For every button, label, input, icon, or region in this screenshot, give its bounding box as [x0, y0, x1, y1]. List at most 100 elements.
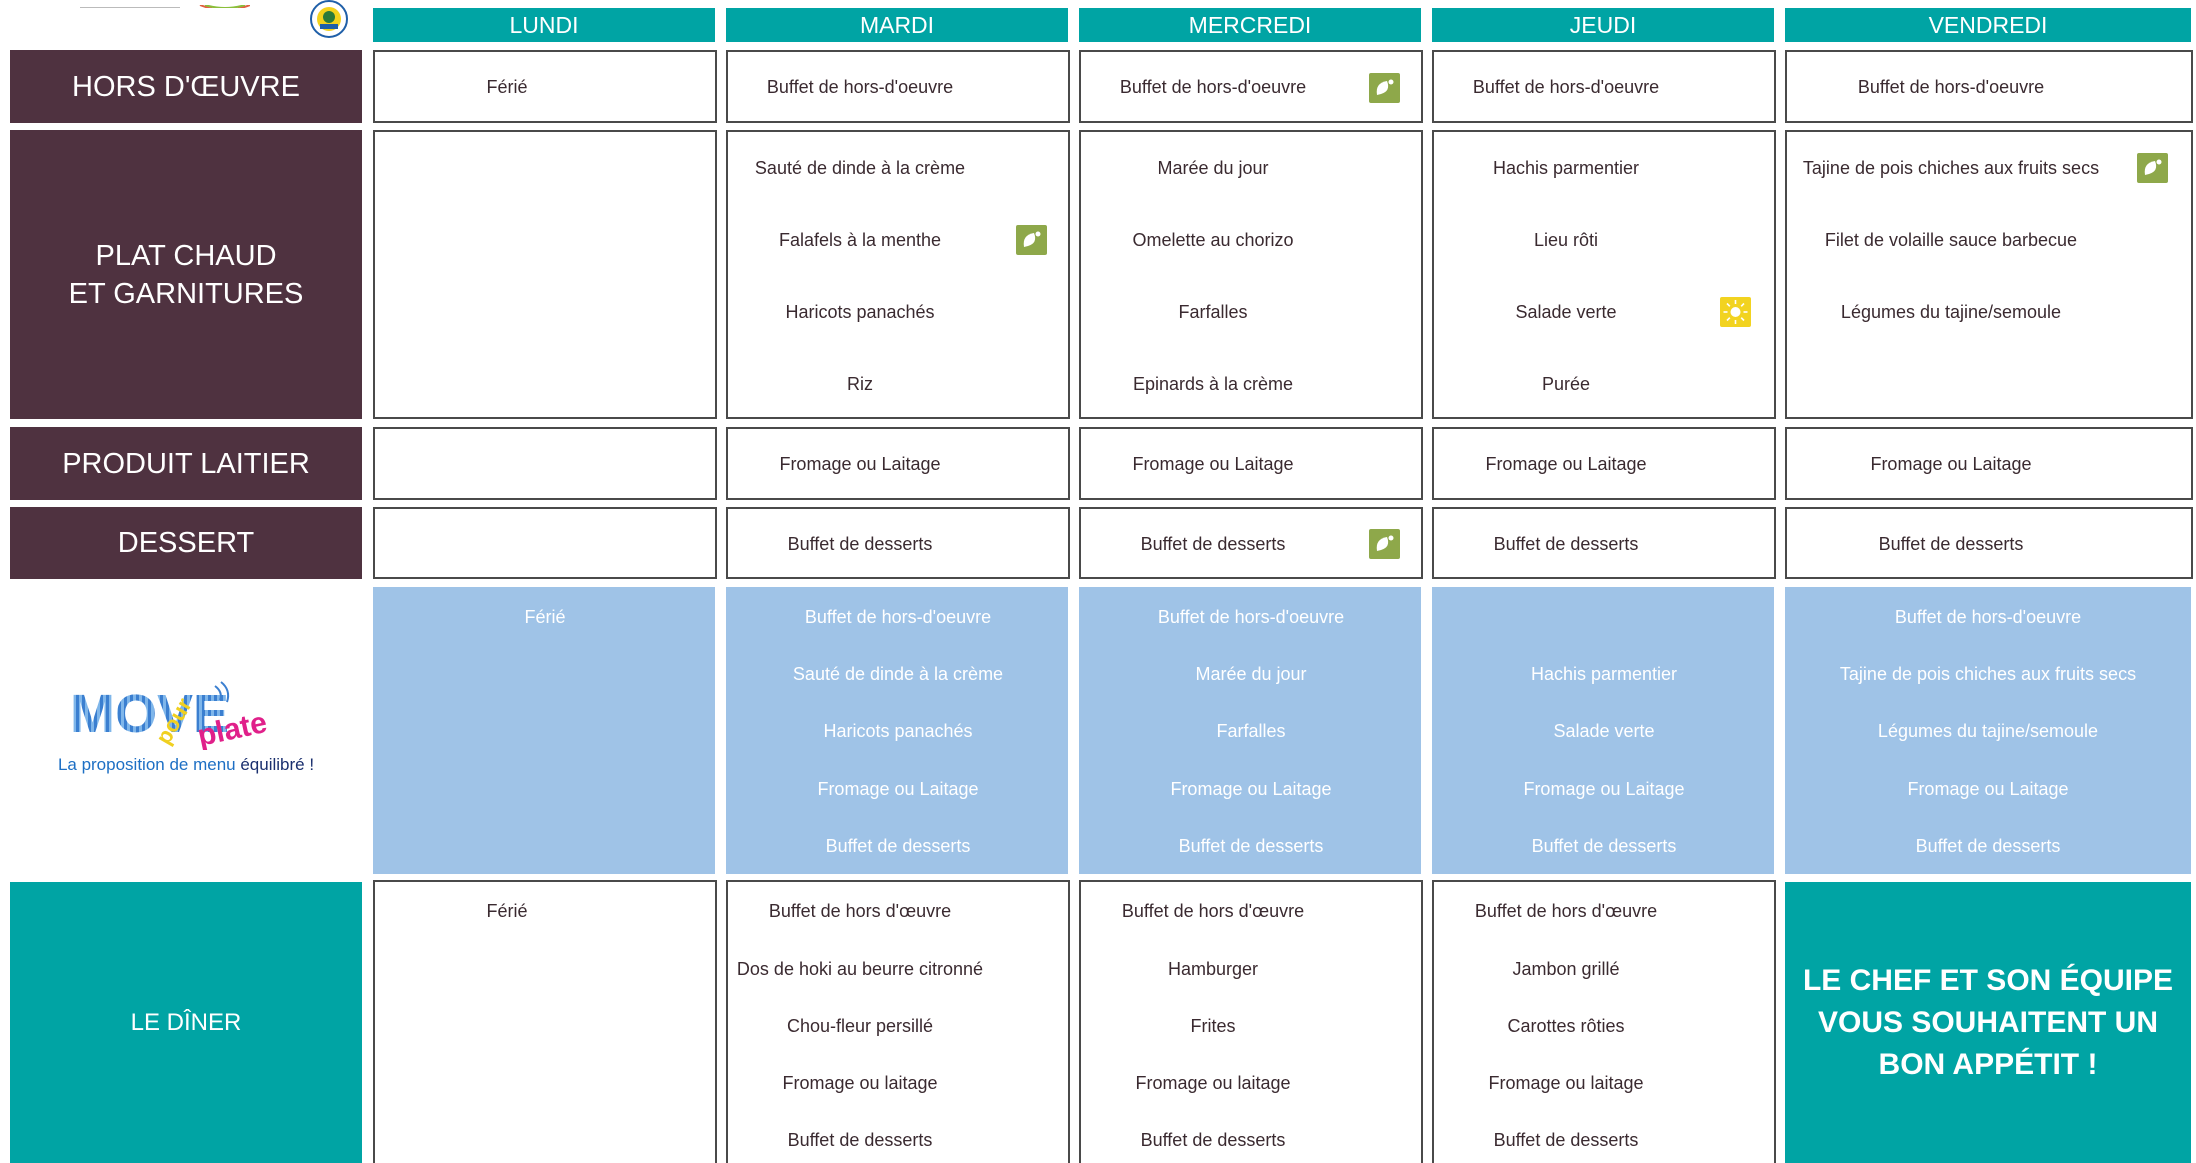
menu-item: Fromage ou Laitage [1907, 779, 2069, 799]
cell-plat-chaud-vendredi: Tajine de pois chiches aux fruits secs F… [1785, 130, 2193, 419]
menu-item: Farfalles [1216, 721, 1286, 741]
menu-item: Epinards à la crème [1132, 374, 1294, 394]
menu-item: Hachis parmentier [1530, 664, 1678, 684]
menu-item: Marée du jour [1157, 158, 1269, 178]
menu-item: Riz [847, 374, 873, 394]
menu-item: Buffet de desserts [787, 534, 933, 554]
cell-dessert-vendredi: Buffet de desserts [1785, 507, 2193, 579]
menu-item: Fromage ou Laitage [1485, 454, 1647, 474]
menu-item: Haricots panachés [785, 302, 935, 322]
menu-item: Buffet de hors-d'oeuvre [804, 607, 992, 627]
menu-item: Buffet de hors-d'oeuvre [1472, 77, 1660, 97]
menu-item: Buffet de desserts [1531, 836, 1677, 856]
move-cell-vendredi: Buffet de hors-d'oeuvre Tajine de pois c… [1785, 587, 2191, 874]
cell-produit-laitier-mercredi: Fromage ou Laitage [1079, 427, 1423, 500]
menu-item: Fromage ou Laitage [779, 454, 941, 474]
category-diner: LE DÎNER [10, 882, 362, 1163]
leaf-icon [2137, 153, 2168, 183]
cell-produit-laitier-lundi [373, 427, 717, 500]
menu-item: Sauté de dinde à la crème [792, 664, 1004, 684]
menu-item: Haricots panachés [823, 721, 973, 741]
menu-item: Fromage ou laitage [782, 1073, 938, 1093]
menu-item: Frites [1190, 1016, 1236, 1036]
menu-item: Sauté de dinde à la crème [754, 158, 966, 178]
menu-item: Carottes rôties [1507, 1016, 1625, 1036]
menu-item: Buffet de hors-d'oeuvre [1857, 77, 2045, 97]
cell-hors-doeuvre-vendredi: Buffet de hors-d'oeuvre [1785, 50, 2193, 123]
menu-item: Fromage ou Laitage [1523, 779, 1685, 799]
menu-item: Buffet de desserts [1915, 836, 2061, 856]
cell-hors-doeuvre-mardi: Buffet de hors-d'oeuvre [726, 50, 1070, 123]
menu-item: Falafels à la menthe [778, 230, 942, 250]
menu-item: Légumes du tajine/semoule [1840, 302, 2062, 322]
menu-item: Salade verte [1515, 302, 1617, 322]
tagline-part1: La proposition de menu [57, 755, 241, 774]
menu-item: Purée [1541, 374, 1591, 394]
menu-item: Tajine de pois chiches aux fruits secs [1839, 664, 2137, 684]
menu-item: Buffet de hors-d'oeuvre [1157, 607, 1345, 627]
menu-item: Buffet de desserts [1493, 1130, 1639, 1150]
menu-item: Buffet de hors d'œuvre [768, 901, 952, 921]
menu-item: Buffet de hors-d'oeuvre [1894, 607, 2082, 627]
cell-dessert-mardi: Buffet de desserts [726, 507, 1070, 579]
category-plat-chaud-line1: PLAT CHAUD [95, 239, 277, 272]
menu-item: Fromage ou laitage [1488, 1073, 1644, 1093]
menu-item: Omelette au chorizo [1132, 230, 1294, 250]
day-header-mercredi: MERCREDI [1079, 8, 1421, 42]
diner-cell-mardi: Buffet de hors d'œuvre Dos de hoki au be… [726, 880, 1070, 1163]
menu-item: Fromage ou laitage [1135, 1073, 1291, 1093]
cell-plat-chaud-mercredi: Marée du jour Omelette au chorizo Farfal… [1079, 130, 1423, 419]
day-header-lundi: LUNDI [373, 8, 715, 42]
chef-message-line1: LE CHEF ET SON ÉQUIPE [1802, 963, 2174, 997]
menu-item: Buffet de desserts [825, 836, 971, 856]
move-cell-lundi: Férié [373, 587, 715, 874]
cell-hors-doeuvre-jeudi: Buffet de hors-d'oeuvre [1432, 50, 1776, 123]
cell-plat-chaud-mardi: Sauté de dinde à la crème Falafels à la … [726, 130, 1070, 419]
cell-produit-laitier-jeudi: Fromage ou Laitage [1432, 427, 1776, 500]
menu-item: Jambon grillé [1512, 959, 1620, 979]
category-produit-laitier: PRODUIT LAITIER [10, 427, 362, 500]
menu-item: Farfalles [1178, 302, 1248, 322]
leaf-icon [1016, 225, 1047, 255]
menu-item: Fromage ou Laitage [1132, 454, 1294, 474]
cell-hors-doeuvre-lundi: Férié [373, 50, 717, 123]
menu-item: Buffet de desserts [1493, 534, 1639, 554]
category-hors-doeuvre: HORS D'ŒUVRE [10, 50, 362, 123]
move-pour-plate-logo: MOVE pour plate La proposition de menu é… [10, 670, 362, 780]
cell-dessert-lundi [373, 507, 717, 579]
tagline-part2: équilibré ! [240, 755, 315, 774]
menu-item: Buffet de desserts [1140, 534, 1286, 554]
menu-item: Hamburger [1167, 959, 1259, 979]
menu-item: Chou-fleur persillé [786, 1016, 934, 1036]
menu-item: Fromage ou Laitage [1170, 779, 1332, 799]
chef-message-line2: VOUS SOUHAITENT UN [1817, 1005, 2159, 1039]
menu-item: Férié [486, 77, 528, 97]
category-dessert: DESSERT [10, 507, 362, 579]
cell-dessert-jeudi: Buffet de desserts [1432, 507, 1776, 579]
menu-item: Dos de hoki au beurre citronné [736, 959, 984, 979]
menu-item: Filet de volaille sauce barbecue [1824, 230, 2078, 250]
day-header-vendredi: VENDREDI [1785, 8, 2191, 42]
leaf-icon [1369, 529, 1400, 559]
leaf-icon [1369, 73, 1400, 103]
menu-item: Buffet de desserts [787, 1130, 933, 1150]
menu-item: Buffet de hors-d'oeuvre [766, 77, 954, 97]
menu-item: Buffet de hors-d'oeuvre [1119, 77, 1307, 97]
menu-item: Lieu rôti [1533, 230, 1599, 250]
cell-hors-doeuvre-mercredi: Buffet de hors-d'oeuvre [1079, 50, 1423, 123]
category-plat-chaud-line2: ET GARNITURES [68, 277, 304, 310]
chef-message-panel: LE CHEF ET SON ÉQUIPE VOUS SOUHAITENT UN… [1785, 882, 2191, 1163]
diner-cell-lundi: Férié [373, 880, 717, 1163]
diner-cell-mercredi: Buffet de hors d'œuvre Hamburger Frites … [1079, 880, 1423, 1163]
menu-item: Buffet de desserts [1140, 1130, 1286, 1150]
menu-item: Buffet de hors d'œuvre [1121, 901, 1305, 921]
cell-plat-chaud-jeudi: Hachis parmentier Lieu rôti Salade verte… [1432, 130, 1776, 419]
cell-produit-laitier-mardi: Fromage ou Laitage [726, 427, 1070, 500]
menu-item: Férié [486, 901, 528, 921]
certification-badge-icon [300, 0, 358, 40]
menu-item: Férié [524, 607, 566, 627]
category-plat-chaud: PLAT CHAUD ET GARNITURES [10, 130, 362, 419]
restaurant-logo [60, 0, 250, 8]
day-header-mardi: MARDI [726, 8, 1068, 42]
menu-item: Buffet de desserts [1878, 534, 2024, 554]
